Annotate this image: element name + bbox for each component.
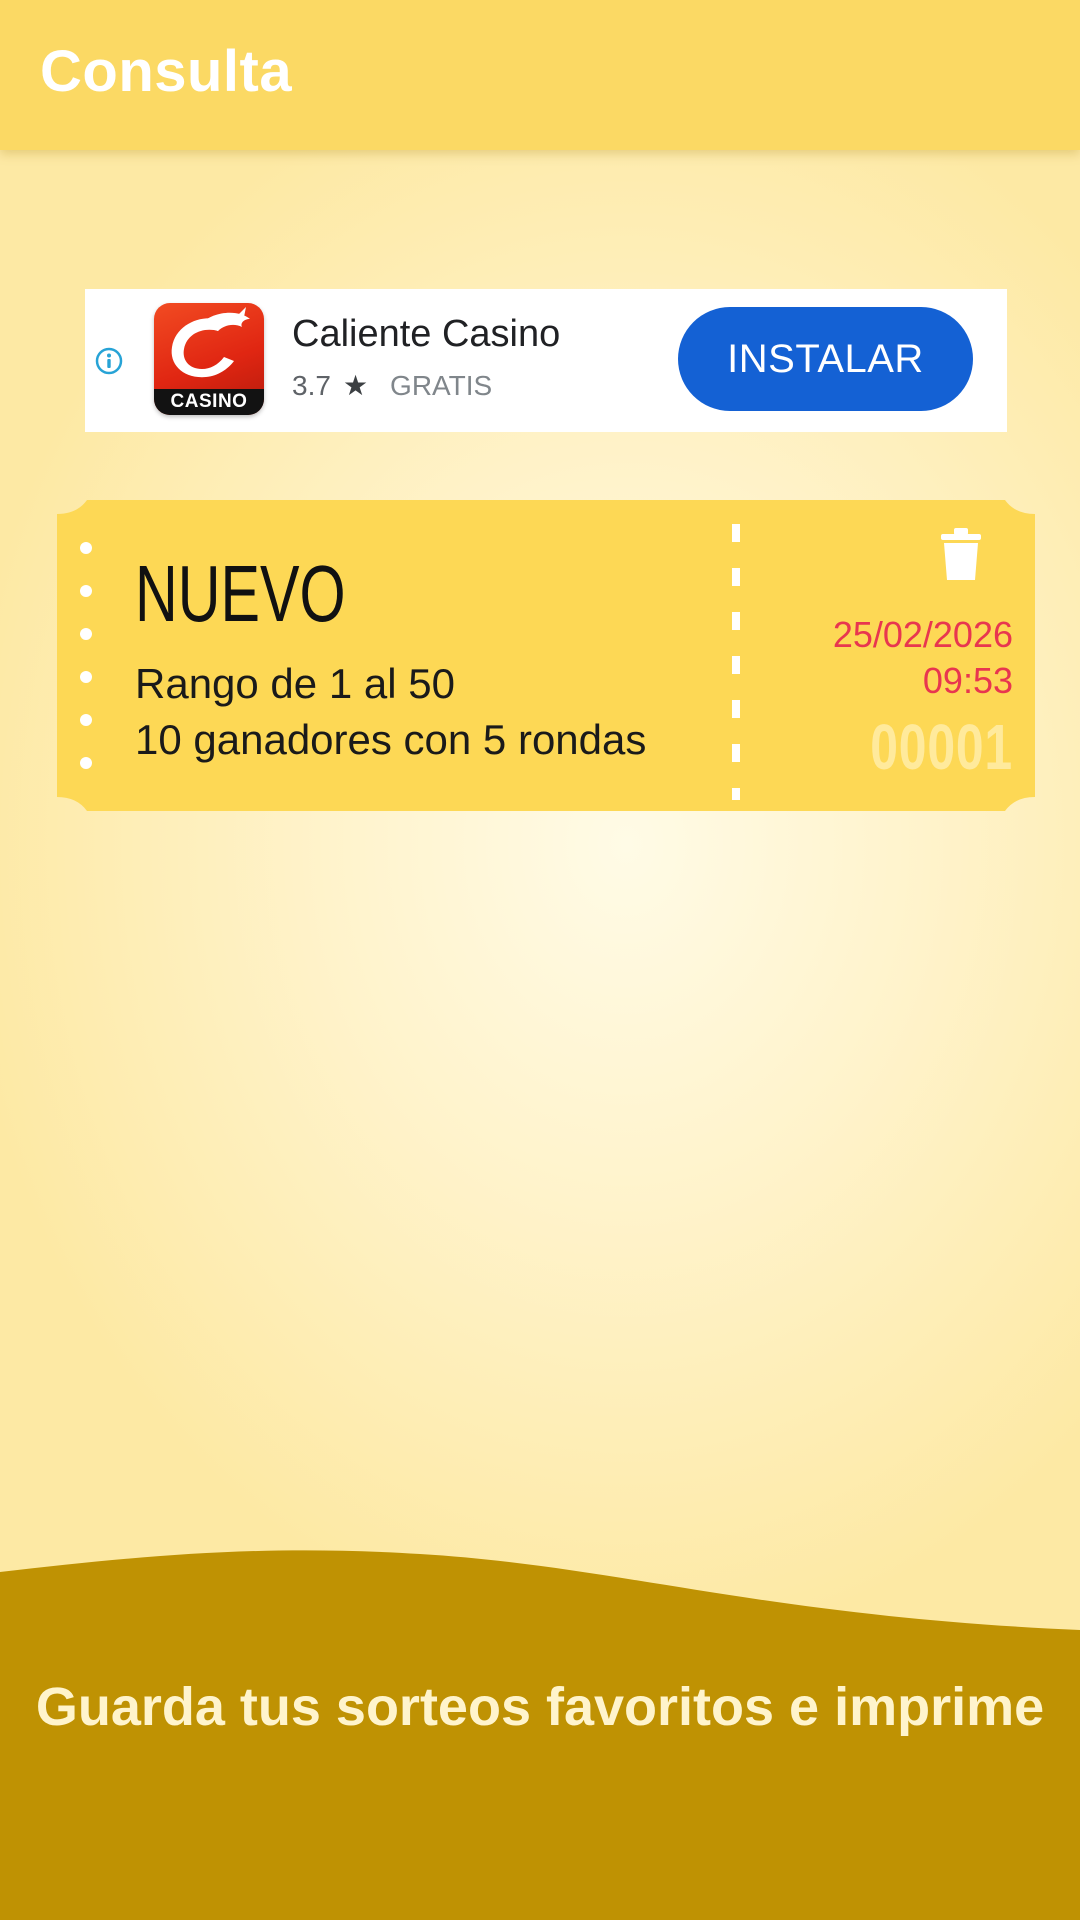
install-button[interactable]: INSTALAR [678, 307, 973, 411]
draw-winners: 10 ganadores con 5 rondas [135, 716, 647, 763]
draw-range: Rango de 1 al 50 [135, 660, 455, 707]
trash-icon[interactable] [941, 528, 981, 580]
app-icon-label: CASINO [154, 389, 264, 415]
draw-date: 25/02/2026 [832, 614, 1013, 655]
star-icon: ★ [342, 370, 369, 401]
app-bar: Consulta [0, 0, 1080, 150]
draw-time: 09:53 [922, 660, 1013, 701]
draw-number: 00001 [870, 711, 1013, 783]
draw-title: NUEVO [135, 549, 346, 638]
saved-draw-card[interactable]: NUEVO Rango de 1 al 50 10 ganadores con … [57, 500, 1035, 811]
ad-app-meta: 3.7 ★ GRATIS [292, 369, 492, 402]
horse-logo-icon [171, 307, 250, 378]
info-circle-icon[interactable] [95, 347, 123, 375]
ad-app-name[interactable]: Caliente Casino [292, 313, 560, 356]
page-title: Consulta [40, 39, 293, 104]
ad-rating: 3.7 [292, 369, 331, 401]
ad-banner[interactable]: CASINO Caliente Casino 3.7 ★ GRATIS INST… [85, 289, 1007, 432]
footer-message: Guarda tus sorteos favoritos e imprime [35, 1677, 1045, 1737]
ad-price: GRATIS [390, 369, 493, 401]
casino-app-icon[interactable]: CASINO [154, 303, 264, 415]
